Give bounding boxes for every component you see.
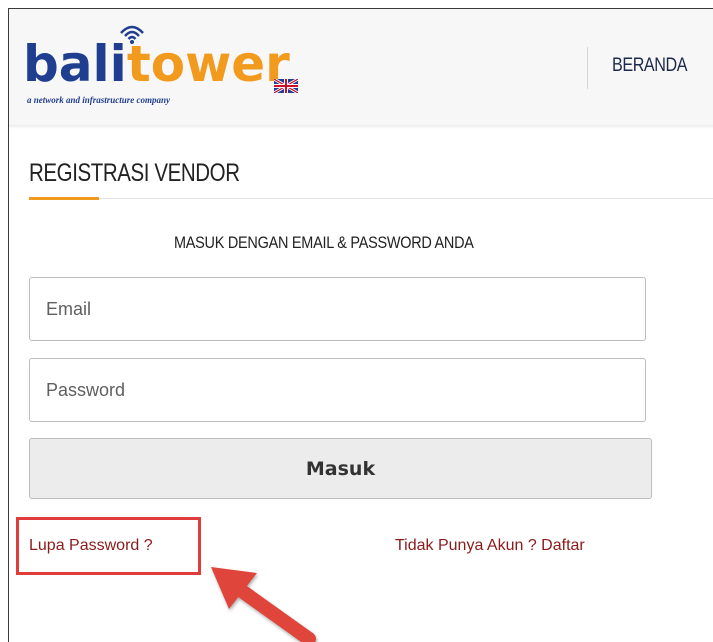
balitower-logo[interactable]: balitower a network and infrastructure c… [23,23,323,113]
login-button[interactable]: Masuk [29,438,652,499]
logo-tagline: a network and infrastructure company [27,95,171,105]
register-link[interactable]: Tidak Punya Akun ? Daftar [395,537,585,555]
login-caption: MASUK DENGAN EMAIL & PASSWORD ANDA [174,233,474,252]
nav-beranda-link[interactable]: BERANDA [612,55,688,77]
title-divider [29,198,713,199]
header-shadow [9,125,713,129]
page-frame: balitower a network and infrastructure c… [8,8,713,642]
logo-bali-text: bali [23,35,127,93]
page-title: REGISTRASI VENDOR [29,159,240,187]
title-accent-bar [29,197,99,200]
email-field[interactable] [29,277,646,341]
password-field[interactable] [29,358,646,422]
pointer-arrow-icon [211,567,316,642]
nav-divider [587,47,588,89]
site-header: balitower a network and infrastructure c… [9,9,713,129]
forgot-password-link[interactable]: Lupa Password ? [29,537,153,555]
logo-tower-text: tower [126,35,290,93]
uk-flag-icon[interactable] [274,79,298,93]
logo-wordmark: balitower [23,39,290,89]
